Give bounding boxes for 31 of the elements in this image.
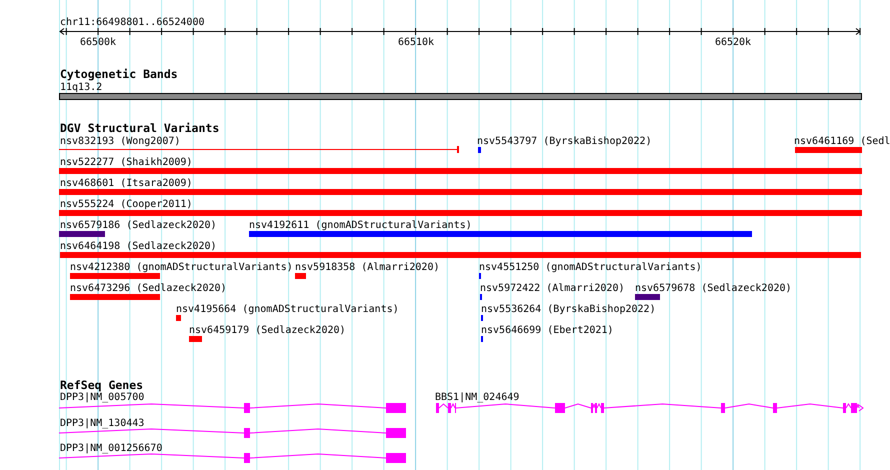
gene-label: DPP3|NM_001256670 bbox=[60, 443, 162, 454]
feature-label: nsv6459179 (Sedlazeck2020) bbox=[189, 325, 346, 336]
feature-label: nsv5918358 (Almarri2020) bbox=[295, 262, 440, 273]
band-label: 11q13.2 bbox=[60, 82, 102, 93]
feature-label: nsv5646699 (Ebert2021) bbox=[481, 325, 614, 336]
feature-label: nsv5543797 (ByrskaBishop2022) bbox=[477, 136, 652, 147]
location-label: chr11:66498801..66524000 bbox=[60, 17, 204, 28]
ruler-tick-label: 66500k bbox=[80, 37, 116, 48]
feature-label: nsv6464198 (Sedlazeck2020) bbox=[60, 241, 217, 252]
feature-label: nsv4212380 (gnomADStructuralVariants) bbox=[70, 262, 293, 273]
feature-label: nsv4195664 (gnomADStructuralVariants) bbox=[176, 304, 399, 315]
ruler-tick-label: 66510k bbox=[398, 37, 434, 48]
feature-label: nsv555224 (Cooper2011) bbox=[60, 199, 192, 210]
feature-label: nsv832193 (Wong2007) bbox=[60, 136, 180, 147]
feature-label: nsv5536264 (ByrskaBishop2022) bbox=[481, 304, 656, 315]
feature-label: nsv6579186 (Sedlazeck2020) bbox=[60, 220, 217, 231]
feature-label: nsv4551250 (gnomADStructuralVariants) bbox=[479, 262, 702, 273]
ruler-tick-label: 66520k bbox=[714, 37, 752, 48]
feature-label: nsv468601 (Itsara2009) bbox=[60, 178, 192, 189]
feature-label: nsv6579678 (Sedlazeck2020) bbox=[635, 283, 792, 294]
gene-label: DPP3|NM_005700 bbox=[60, 392, 144, 403]
feature-label: nsv4192611 (gnomADStructuralVariants) bbox=[249, 220, 472, 231]
feature-label: nsv6473296 (Sedlazeck2020) bbox=[70, 283, 227, 294]
track-title: RefSeq Genes bbox=[60, 378, 144, 392]
gene-label: DPP3|NM_130443 bbox=[60, 418, 144, 429]
track-title: DGV Structural Variants bbox=[60, 121, 220, 135]
feature-label: nsv5972422 (Almarri2020) bbox=[480, 283, 624, 294]
feature-label: nsv522277 (Shaikh2009) bbox=[60, 157, 192, 168]
feature-label: nsv6461169 (Sedl bbox=[794, 136, 890, 147]
track-title: Cytogenetic Bands bbox=[60, 67, 178, 81]
gene-label: BBS1|NM_024649 bbox=[435, 392, 520, 403]
